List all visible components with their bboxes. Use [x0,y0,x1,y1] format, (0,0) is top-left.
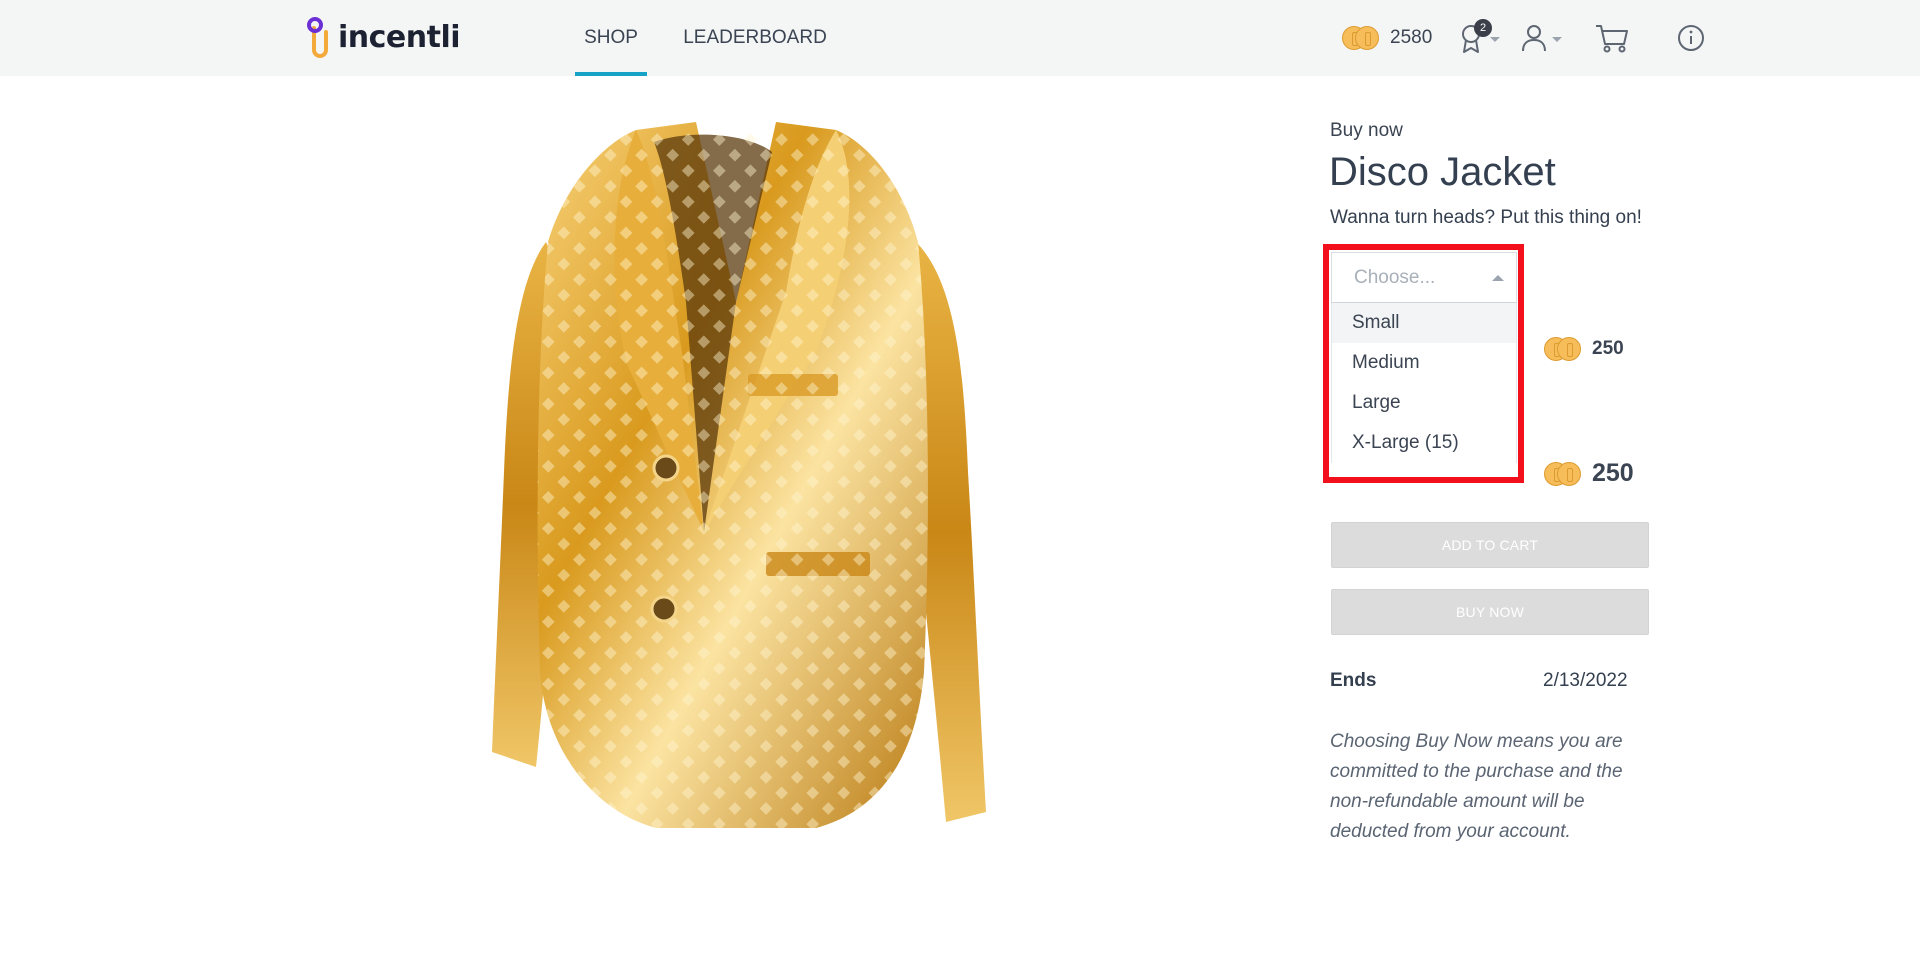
user-menu[interactable] [1520,18,1562,58]
coin-balance-value: 2580 [1390,27,1433,48]
coin-icon [1342,26,1380,50]
total-price: 250 [1544,459,1634,488]
chevron-up-icon [1492,274,1504,281]
top-navigation-bar: incentli SHOP LEADERBOARD 2580 2 [0,0,1920,76]
product-title: Disco Jacket [1329,150,1556,194]
ends-date: 2/13/2022 [1543,670,1628,691]
brand-name: incentli [338,19,461,55]
size-dropdown[interactable]: Choose... Small Medium Large X-Large (15… [1331,252,1517,475]
logo-mark-icon [307,17,328,58]
size-select-field[interactable]: Choose... [1331,252,1517,303]
size-options-list: Small Medium Large X-Large (15) [1331,303,1517,463]
size-option-large[interactable]: Large [1332,383,1516,423]
cart-icon [1596,25,1628,53]
size-option-xlarge[interactable]: X-Large (15) [1332,423,1516,463]
user-icon [1522,25,1546,52]
buy-now-button[interactable]: BUY NOW [1331,589,1649,635]
add-to-cart-button[interactable]: ADD TO CART [1331,522,1649,568]
buy-type-label: Buy now [1330,120,1403,141]
ends-label: Ends [1330,670,1377,691]
brand-logo[interactable]: incentli [306,16,461,60]
chevron-down-icon [1490,36,1500,42]
info-button[interactable] [1676,18,1706,58]
product-image [486,112,998,834]
size-option-medium[interactable]: Medium [1332,343,1516,383]
size-option-small[interactable]: Small [1332,303,1516,343]
awards-count-badge: 2 [1474,19,1492,37]
info-icon [1678,25,1704,51]
nav-tab-leaderboard[interactable]: LEADERBOARD [683,0,827,76]
cart-button[interactable] [1594,18,1630,58]
coin-icon [1544,337,1582,361]
nav-tab-shop[interactable]: SHOP [575,0,647,76]
purchase-disclaimer: Choosing Buy Now means you are committed… [1330,731,1623,842]
unit-price: 250 [1544,337,1624,361]
size-select-placeholder: Choose... [1354,266,1436,288]
unit-price-value: 250 [1592,338,1624,359]
chevron-down-icon [1552,36,1562,42]
jacket-illustration [492,122,986,828]
coin-icon [1544,461,1582,486]
awards-menu[interactable]: 2 [1458,18,1500,58]
product-subtitle: Wanna turn heads? Put this thing on! [1330,207,1642,228]
coin-balance: 2580 [1342,25,1432,51]
total-price-value: 250 [1592,459,1634,487]
